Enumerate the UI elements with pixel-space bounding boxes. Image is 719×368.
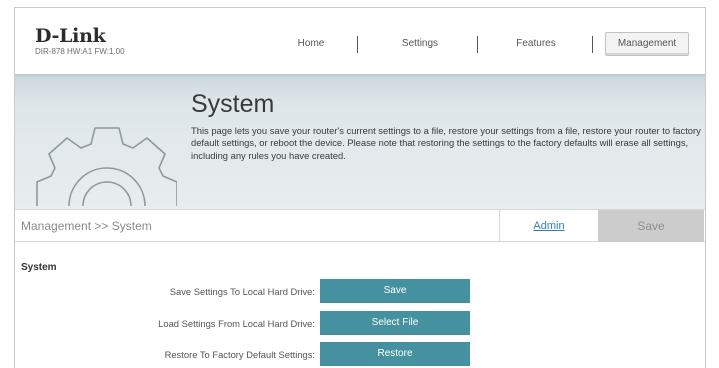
router-admin-window: D-Link DIR-878 HW:A1 FW:1.00 Home Settin… — [14, 7, 706, 368]
top-header: D-Link DIR-878 HW:A1 FW:1.00 Home Settin… — [15, 8, 705, 74]
nav-management[interactable]: Management — [605, 32, 689, 56]
nav-features[interactable]: Features — [501, 33, 571, 55]
breadcrumb-bar: Management >> System Admin Save — [15, 209, 705, 242]
page-banner: System This page lets you save your rout… — [15, 74, 705, 209]
save-settings-button[interactable]: Save — [320, 279, 470, 303]
select-file-button[interactable]: Select File — [320, 311, 470, 335]
load-settings-label: Load Settings From Local Hard Drive: — [158, 318, 315, 329]
gear-icon — [36, 127, 177, 207]
restore-defaults-label: Restore To Factory Default Settings: — [164, 349, 315, 360]
admin-link[interactable]: Admin — [500, 210, 598, 242]
save-button[interactable]: Save — [598, 210, 704, 242]
nav-settings[interactable]: Settings — [385, 33, 455, 55]
save-settings-label: Save Settings To Local Hard Drive: — [169, 286, 315, 297]
restore-button[interactable]: Restore — [320, 342, 470, 366]
page-description: This page lets you save your router's cu… — [191, 125, 701, 161]
section-title: System — [21, 262, 57, 273]
page-title: System — [191, 90, 275, 118]
nav-divider — [357, 36, 358, 53]
main-nav: Home Settings Features Management — [15, 32, 705, 56]
breadcrumb: Management >> System — [21, 219, 152, 233]
nav-divider — [477, 36, 478, 53]
nav-divider — [592, 36, 593, 53]
nav-home[interactable]: Home — [281, 33, 341, 55]
